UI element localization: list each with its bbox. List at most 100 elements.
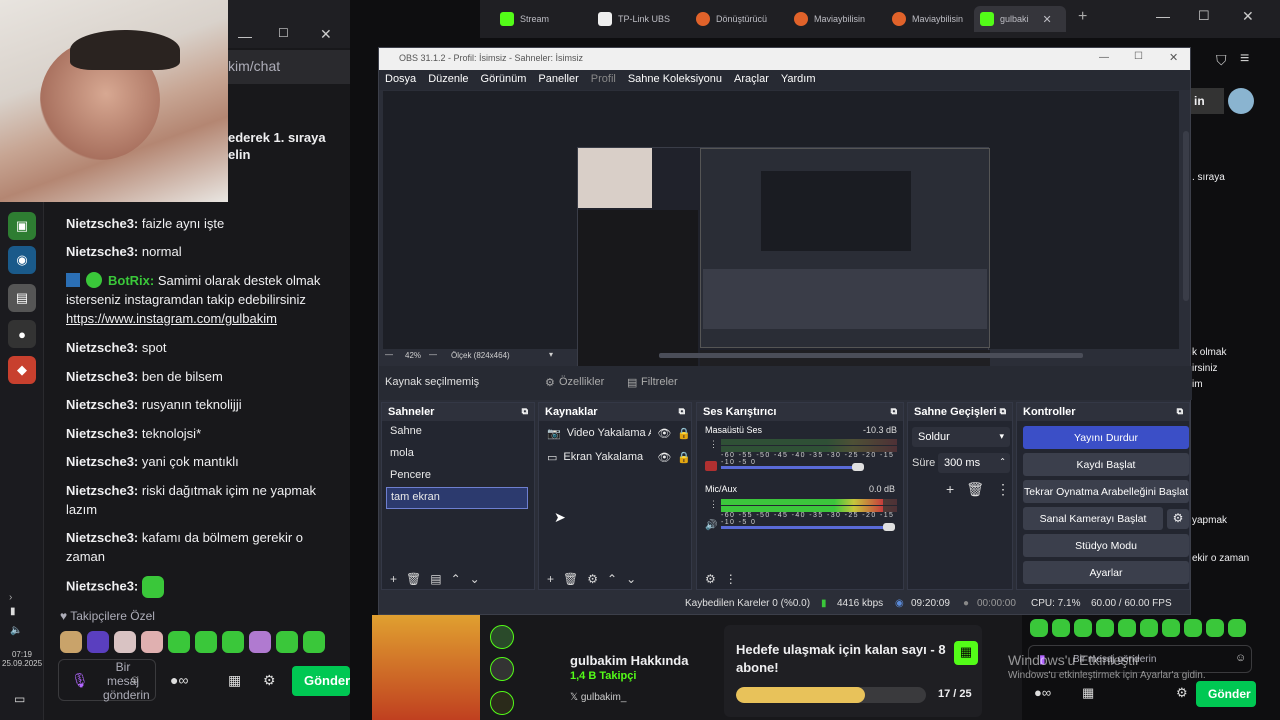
volume-slider[interactable] (721, 526, 891, 529)
volume-knob[interactable] (883, 523, 895, 531)
emoji-icon[interactable]: ☺ (1235, 652, 1246, 664)
menu-help[interactable]: Yardım (775, 70, 822, 85)
emote-icon[interactable] (1228, 619, 1246, 637)
emote-icon[interactable] (276, 631, 298, 653)
move-down-icon[interactable]: ⌄ (626, 572, 636, 586)
emote-icon[interactable] (1118, 619, 1136, 637)
send-button[interactable]: Gönder (1196, 681, 1256, 707)
maximize-icon[interactable]: ☐ (278, 26, 289, 40)
move-up-icon[interactable]: ⌃ (607, 572, 617, 586)
menu-view[interactable]: Görünüm (475, 70, 533, 85)
eye-icon[interactable]: 👁 (657, 427, 671, 440)
bits-icon[interactable]: ● (1034, 685, 1042, 700)
menu-scene-collection[interactable]: Sahne Koleksiyonu (622, 70, 728, 85)
filter-icon[interactable]: ▤ (627, 376, 637, 389)
preview-area[interactable] (383, 91, 1189, 379)
emote-icon[interactable] (1206, 619, 1224, 637)
chat-url[interactable]: kim/chat (228, 50, 350, 84)
move-up-icon[interactable]: ⌃ (451, 572, 461, 586)
muted-speaker-icon[interactable] (705, 461, 717, 471)
emote-icon[interactable] (1184, 619, 1202, 637)
scene-item[interactable]: mola (382, 443, 534, 465)
transition-select[interactable]: Soldur ▾ (912, 427, 1010, 447)
infinity-icon[interactable]: ∞ (178, 672, 188, 688)
gift-icon[interactable]: ▦ (954, 641, 978, 665)
maximize-icon[interactable]: ☐ (1198, 8, 1210, 24)
advanced-audio-icon[interactable]: ⚙ (705, 572, 716, 586)
emote-icon[interactable] (141, 631, 163, 653)
browser-tab[interactable]: Maviaybilisin (788, 6, 865, 32)
emote-icon[interactable] (87, 631, 109, 653)
stop-streaming-button[interactable]: Yayını Durdur (1023, 426, 1189, 449)
virtual-camera-button[interactable]: Sanal Kamerayı Başlat (1023, 507, 1163, 530)
gift-icon[interactable]: ▦ (1082, 685, 1094, 701)
eye-icon[interactable]: 👁 (657, 451, 671, 464)
trash-icon[interactable]: 🗑 (966, 481, 984, 498)
emote-icon[interactable] (114, 631, 136, 653)
settings-button[interactable]: Ayarlar (1023, 561, 1189, 584)
new-tab-icon[interactable]: + (1078, 8, 1087, 26)
close-icon[interactable]: ✕ (1169, 51, 1178, 64)
undock-icon[interactable]: ⧉ (1177, 406, 1183, 417)
undock-icon[interactable]: ⧉ (679, 406, 685, 417)
social-handle[interactable]: gulbakim_ (581, 692, 627, 703)
close-icon[interactable]: ✕ (320, 26, 332, 43)
emote-icon[interactable] (195, 631, 217, 653)
scene-item-selected[interactable]: tam ekran (386, 487, 528, 509)
menu-dots-icon[interactable]: ⋮ (725, 572, 737, 586)
obs-icon[interactable]: ● (8, 320, 36, 348)
menu-file[interactable]: Dosya (379, 70, 422, 85)
emote-icon[interactable] (1140, 619, 1158, 637)
emote-icon[interactable] (1052, 619, 1070, 637)
avatar[interactable] (1228, 88, 1254, 114)
gear-icon[interactable]: ⚙ (587, 572, 598, 586)
chevron-icon[interactable]: › (9, 592, 12, 603)
emote-icon[interactable] (1030, 619, 1048, 637)
filters-button[interactable]: Filtreler (641, 376, 678, 388)
start-recording-button[interactable]: Kaydı Başlat (1023, 453, 1189, 476)
device-icon[interactable]: ▮ (10, 606, 16, 617)
studio-mode-button[interactable]: Stüdyo Modu (1023, 534, 1189, 557)
menu-edit[interactable]: Düzenle (422, 70, 474, 85)
browser-tab-active[interactable]: gulbaki ✕ (974, 6, 1066, 32)
emote-icon[interactable] (1096, 619, 1114, 637)
gear-icon[interactable]: ⚙ (1167, 509, 1189, 529)
add-icon[interactable]: + (946, 481, 954, 498)
zoom-in-icon[interactable]: — (429, 350, 437, 359)
gear-icon[interactable]: ⚙ (545, 376, 555, 389)
gift-icon[interactable]: ▦ (228, 672, 241, 689)
lock-icon[interactable]: 🔒 (677, 427, 691, 440)
emote-icon[interactable] (303, 631, 325, 653)
close-icon[interactable]: ✕ (1242, 8, 1254, 25)
menu-icon[interactable]: ≡ (1240, 50, 1249, 68)
emote-icon[interactable] (222, 631, 244, 653)
speaker-icon[interactable]: 🔈 (10, 625, 22, 636)
volume-slider[interactable] (721, 466, 861, 469)
move-down-icon[interactable]: ⌄ (470, 572, 480, 586)
browser-tab[interactable]: Maviaybilisin (886, 6, 963, 32)
add-icon[interactable]: + (390, 572, 397, 586)
send-button[interactable]: Gönder (292, 666, 350, 696)
mic-icon[interactable]: 🎙 (71, 672, 89, 689)
emote-icon[interactable] (168, 631, 190, 653)
browser-tab[interactable]: TP-Link UBS (592, 6, 670, 32)
emote-icon[interactable] (1162, 619, 1180, 637)
minimize-icon[interactable]: — (1099, 52, 1109, 63)
volume-knob[interactable] (852, 463, 865, 471)
emote-icon[interactable] (1074, 619, 1092, 637)
emoji-icon[interactable]: ☺ (129, 674, 140, 686)
menu-dots-icon[interactable]: ⋮ (709, 439, 718, 450)
app-icon[interactable]: ▣ (8, 212, 36, 240)
undock-icon[interactable]: ⧉ (891, 406, 897, 417)
scale-label[interactable]: Ölçek (824x464) (451, 351, 510, 360)
emote-icon[interactable] (249, 631, 271, 653)
trash-icon[interactable]: 🗑 (563, 572, 578, 586)
emote-icon[interactable] (60, 631, 82, 653)
preview-scrollbar[interactable] (1183, 131, 1189, 301)
menu-tools[interactable]: Araçlar (728, 70, 775, 85)
steam-icon[interactable]: ◉ (8, 246, 36, 274)
chevron-down-icon[interactable]: ▾ (549, 350, 553, 359)
zoom-out-icon[interactable]: — (385, 350, 393, 359)
stepper-icon[interactable]: ⌃ (999, 457, 1006, 466)
chat-input[interactable]: 🎙 Bir mesaj gönderin ☺ (58, 659, 156, 702)
